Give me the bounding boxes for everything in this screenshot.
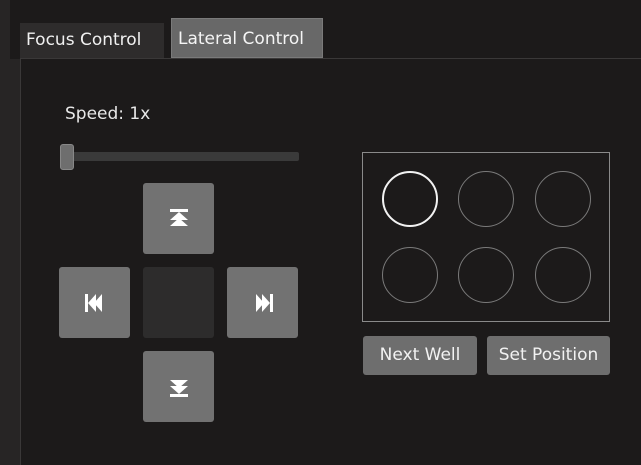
well-a2[interactable] xyxy=(458,171,514,227)
tab-lateral-control[interactable]: Lateral Control xyxy=(171,18,323,58)
move-right-button[interactable] xyxy=(227,267,298,338)
well-b3[interactable] xyxy=(535,247,591,303)
center-pad xyxy=(143,267,214,338)
well-a1[interactable] xyxy=(382,171,438,227)
skip-forward-icon xyxy=(255,293,273,312)
speed-label: Speed: 1x xyxy=(65,104,151,124)
well-b1[interactable] xyxy=(382,247,438,303)
move-up-button[interactable] xyxy=(143,183,214,254)
speed-slider-track[interactable] xyxy=(62,152,299,161)
well-b2[interactable] xyxy=(458,247,514,303)
skip-back-icon xyxy=(84,293,102,312)
tab-focus-control[interactable]: Focus Control xyxy=(20,23,164,58)
move-left-button[interactable] xyxy=(59,267,130,338)
well-a3[interactable] xyxy=(535,171,591,227)
move-down-button[interactable] xyxy=(143,351,214,422)
speed-slider-thumb[interactable] xyxy=(60,144,74,170)
next-well-button[interactable]: Next Well xyxy=(363,336,477,375)
skip-to-top-icon xyxy=(169,208,188,226)
skip-to-bottom-icon xyxy=(169,379,188,397)
set-position-button[interactable]: Set Position xyxy=(487,336,610,375)
